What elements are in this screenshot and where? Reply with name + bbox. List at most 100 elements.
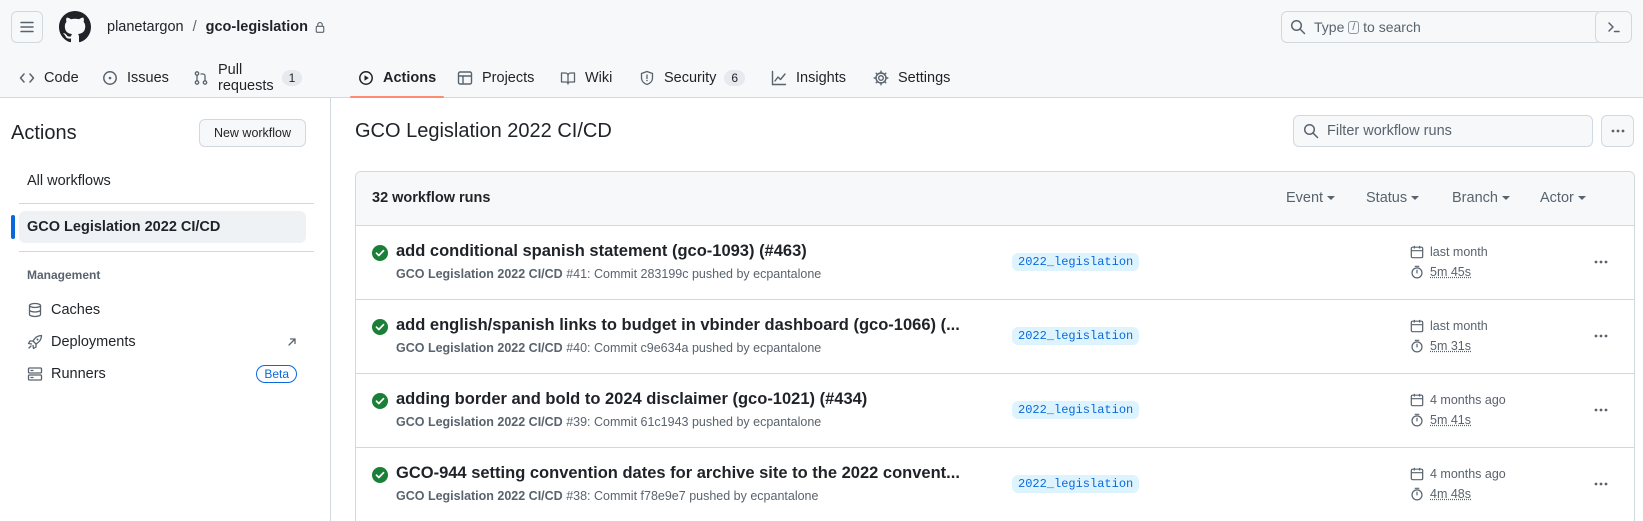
command-palette-button[interactable] — [1595, 11, 1632, 43]
repo-link[interactable]: gco-legislation — [206, 19, 308, 35]
external-link-icon — [286, 336, 298, 348]
kebab-horizontal-icon — [1594, 334, 1608, 338]
sidebar-item-all-workflows[interactable]: All workflows — [19, 165, 306, 197]
status-filter-dropdown[interactable]: Status — [1366, 190, 1420, 206]
run-meta: GCO Legislation 2022 CI/CD #41: Commit 2… — [396, 267, 821, 281]
filter-workflow-runs-input[interactable]: Filter workflow runs — [1293, 115, 1593, 147]
tab-label: Wiki — [585, 69, 613, 86]
tab-issues[interactable]: Issues — [102, 57, 169, 98]
sidebar-item-label: Deployments — [51, 334, 136, 350]
sidebar-item-caches[interactable]: Caches — [19, 294, 306, 326]
global-search-input[interactable]: Type / to search — [1281, 11, 1603, 43]
run-timestamp: 4 months ago — [1410, 393, 1506, 407]
branch-label[interactable]: 2022_legislation — [1012, 475, 1140, 493]
selected-indicator — [11, 215, 15, 239]
calendar-icon — [1410, 319, 1424, 333]
gear-icon — [873, 70, 889, 86]
run-detail: #40: Commit c9e634a pushed by ecpantalon… — [566, 341, 822, 355]
filter-label: Status — [1366, 190, 1408, 206]
breadcrumb-separator: / — [192, 19, 197, 35]
github-logo-icon[interactable] — [59, 11, 91, 43]
event-filter-dropdown[interactable]: Event — [1286, 190, 1336, 206]
run-title-link[interactable]: add english/spanish links to budget in v… — [396, 316, 960, 335]
run-detail: #41: Commit 283199c pushed by ecpantalon… — [566, 267, 822, 281]
run-menu-button[interactable] — [1586, 248, 1616, 276]
tab-projects[interactable]: Projects — [457, 57, 534, 98]
tab-insights[interactable]: Insights — [771, 57, 846, 98]
sidebar-divider — [19, 203, 314, 204]
run-menu-button[interactable] — [1586, 396, 1616, 424]
run-duration: 4m 48s — [1410, 487, 1471, 501]
run-timestamp: 4 months ago — [1410, 467, 1506, 481]
run-duration-value: 5m 31s — [1430, 339, 1471, 353]
hamburger-menu-button[interactable] — [11, 11, 43, 43]
run-title-link[interactable]: adding border and bold to 2024 disclaime… — [396, 390, 867, 409]
workflow-run-row[interactable]: adding border and bold to 2024 disclaime… — [356, 374, 1634, 448]
run-title-link[interactable]: add conditional spanish statement (gco-1… — [396, 242, 807, 261]
sidebar-item-label: Caches — [51, 302, 101, 318]
owner-link[interactable]: planetargon — [107, 19, 184, 35]
kebab-horizontal-icon — [1594, 408, 1608, 412]
lock-icon — [314, 21, 326, 33]
actor-filter-dropdown[interactable]: Actor — [1540, 190, 1586, 206]
run-meta: GCO Legislation 2022 CI/CD #40: Commit c… — [396, 341, 821, 355]
stopwatch-icon — [1410, 487, 1424, 501]
pull-requests-count-badge: 1 — [281, 69, 303, 86]
tab-code[interactable]: Code — [19, 57, 79, 98]
play-icon — [358, 70, 374, 86]
new-workflow-button[interactable]: New workflow — [199, 119, 306, 147]
stopwatch-icon — [1410, 339, 1424, 353]
run-duration: 5m 45s — [1410, 265, 1471, 279]
run-duration-value: 5m 45s — [1430, 265, 1471, 279]
run-when: last month — [1430, 245, 1488, 259]
calendar-icon — [1410, 393, 1424, 407]
run-menu-button[interactable] — [1586, 322, 1616, 350]
caret-down-icon — [1411, 196, 1420, 200]
terminal-icon — [1607, 22, 1620, 33]
tab-security[interactable]: Security 6 — [639, 57, 746, 98]
search-shortcut-key: / — [1348, 20, 1360, 34]
caret-down-icon — [1501, 196, 1510, 200]
tab-label: Actions — [383, 69, 437, 86]
security-count-badge: 6 — [724, 69, 746, 86]
workflow-run-row[interactable]: add conditional spanish statement (gco-1… — [356, 226, 1634, 300]
global-header: planetargon / gco-legislation Type / to … — [0, 0, 1643, 98]
tab-label: Pull requests — [218, 61, 274, 94]
branch-filter-dropdown[interactable]: Branch — [1452, 190, 1510, 206]
run-title-link[interactable]: GCO-944 setting convention dates for arc… — [396, 464, 960, 483]
branch-label[interactable]: 2022_legislation — [1012, 401, 1140, 419]
workflow-menu-button[interactable] — [1601, 115, 1634, 147]
filter-placeholder: Filter workflow runs — [1327, 123, 1452, 139]
run-menu-button[interactable] — [1586, 470, 1616, 498]
branch-label[interactable]: 2022_legislation — [1012, 327, 1140, 345]
tab-actions[interactable]: Actions — [350, 57, 445, 98]
sidebar-item-runners[interactable]: Runners Beta — [19, 358, 306, 390]
workflow-run-row[interactable]: GCO-944 setting convention dates for arc… — [356, 448, 1634, 521]
tab-label: Projects — [482, 69, 535, 86]
tab-label: Code — [44, 69, 79, 86]
search-icon — [1290, 19, 1306, 35]
sidebar-item-selected-workflow[interactable]: GCO Legislation 2022 CI/CD — [19, 211, 306, 243]
branch-label[interactable]: 2022_legislation — [1012, 253, 1140, 271]
run-workflow-name: GCO Legislation 2022 CI/CD — [396, 489, 563, 503]
table-icon — [457, 70, 473, 86]
sidebar-title: Actions — [11, 122, 77, 144]
tab-label: Insights — [796, 69, 846, 86]
run-workflow-name: GCO Legislation 2022 CI/CD — [396, 415, 563, 429]
filter-label: Actor — [1540, 190, 1574, 206]
tab-label: Security — [664, 69, 717, 86]
kebab-horizontal-icon — [1594, 482, 1608, 486]
hamburger-icon — [20, 21, 34, 33]
sidebar-item-label: All workflows — [27, 173, 111, 189]
actions-sidebar: Actions New workflow All workflows GCO L… — [0, 98, 331, 521]
run-when: last month — [1430, 319, 1488, 333]
breadcrumb: planetargon / gco-legislation — [107, 17, 326, 37]
graph-icon — [771, 70, 787, 86]
workflow-run-row[interactable]: add english/spanish links to budget in v… — [356, 300, 1634, 374]
tab-wiki[interactable]: Wiki — [560, 57, 612, 98]
run-detail: #39: Commit 61c1943 pushed by ecpantalon… — [566, 415, 822, 429]
tab-settings[interactable]: Settings — [873, 57, 950, 98]
sidebar-item-deployments[interactable]: Deployments — [19, 326, 306, 358]
kebab-horizontal-icon — [1611, 129, 1624, 133]
tab-pull-requests[interactable]: Pull requests 1 — [193, 57, 303, 98]
